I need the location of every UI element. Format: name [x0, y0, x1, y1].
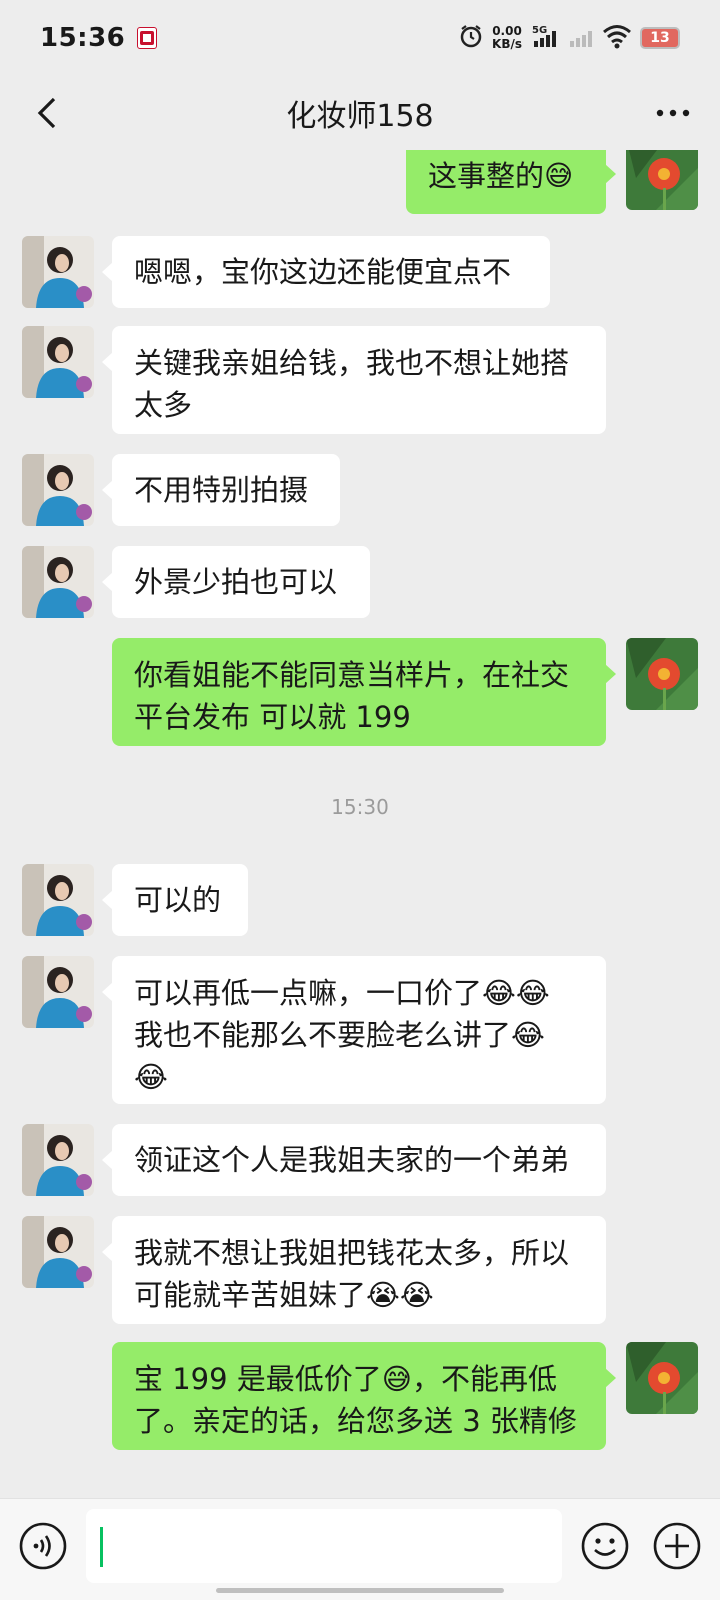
- network-speed: 0.00 KB/s: [492, 25, 522, 51]
- message-line: 宝 199 是最低价了😅，不能再低: [134, 1362, 558, 1396]
- message-line: 可以再低一点嘛，一口价了😂😂: [134, 976, 550, 1010]
- avatar-contact[interactable]: [22, 546, 94, 618]
- input-bar: [0, 1498, 720, 1600]
- message-bubble-incoming[interactable]: 可以再低一点嘛，一口价了😂😂 我也不能那么不要脸老么讲了😂 😂: [102, 956, 606, 1104]
- emoji-button[interactable]: [580, 1521, 630, 1571]
- kfc-app-icon: [137, 27, 158, 49]
- avatar-contact[interactable]: [22, 864, 94, 936]
- message-bubble-incoming[interactable]: 外景少拍也可以: [102, 546, 370, 618]
- voice-button[interactable]: [18, 1521, 68, 1571]
- svg-text:5G: 5G: [532, 25, 547, 36]
- message-line: 我也不能那么不要脸老么讲了😂: [134, 1018, 545, 1052]
- more-button[interactable]: [650, 90, 696, 136]
- message-line: 关键我亲姐给钱，我也不想让她搭: [134, 346, 570, 380]
- message-bubble-outgoing[interactable]: 这事整的 😅: [406, 150, 616, 214]
- back-button[interactable]: [24, 90, 70, 136]
- message-text: 嗯嗯，宝你这边还能便宜点不: [134, 255, 512, 289]
- status-bar: 15:36 0.00 KB/s 5G 13: [0, 0, 720, 76]
- message-line: 😂: [134, 1060, 168, 1094]
- message-line: 我就不想让我姐把钱花太多，所以: [134, 1236, 570, 1270]
- chat-title: 化妆师158: [286, 99, 434, 134]
- message-line: 你看姐能不能同意当样片，在社交: [134, 658, 570, 692]
- emoji-icon: [581, 1522, 629, 1570]
- message-text: 领证这个人是我姐夫家的一个弟弟: [134, 1143, 570, 1177]
- message-line: 了。亲定的话，给您多送 3 张精修: [134, 1404, 577, 1438]
- message-input[interactable]: [86, 1509, 562, 1583]
- text-cursor: [100, 1527, 103, 1567]
- message-timestamp: 15:30: [331, 795, 389, 819]
- chat-header: 化妆师158: [0, 76, 720, 150]
- avatar-contact[interactable]: [22, 236, 94, 308]
- message-bubble-outgoing[interactable]: 你看姐能不能同意当样片，在社交 平台发布 可以就 199: [112, 638, 616, 746]
- alarm-icon: [458, 23, 484, 53]
- message-text: 不用特别拍摄: [134, 473, 309, 507]
- avatar-self[interactable]: [626, 150, 698, 210]
- message-bubble-incoming[interactable]: 可以的: [102, 864, 248, 936]
- message-bubble-incoming[interactable]: 关键我亲姐给钱，我也不想让她搭 太多: [102, 326, 606, 434]
- message-line: 太多: [134, 388, 193, 422]
- cellular-signal-2-icon: [568, 23, 594, 53]
- home-indicator[interactable]: [216, 1588, 504, 1593]
- emoji: 😅: [544, 159, 574, 192]
- wifi-icon: [602, 23, 632, 53]
- plus-icon: [653, 1522, 701, 1570]
- avatar-contact[interactable]: [22, 1124, 94, 1196]
- avatar-contact[interactable]: [22, 956, 94, 1028]
- status-icons: 0.00 KB/s 5G 13: [458, 23, 680, 53]
- message-line: 可能就辛苦姐妹了😭😭: [134, 1278, 434, 1312]
- chevron-left-icon: [37, 97, 56, 129]
- message-bubble-outgoing[interactable]: 宝 199 是最低价了😅，不能再低 了。亲定的话，给您多送 3 张精修: [112, 1342, 616, 1450]
- message-bubble-incoming[interactable]: 嗯嗯，宝你这边还能便宜点不: [102, 236, 550, 308]
- message-line: 平台发布 可以就 199: [134, 700, 411, 734]
- message-bubble-incoming[interactable]: 不用特别拍摄: [102, 454, 340, 526]
- network-speed-unit: KB/s: [492, 37, 522, 51]
- chat-messages[interactable]: 这事整的 😅 嗯嗯，宝你这边还能便宜点不 关键我亲姐给钱，我也不想让她搭 太多 …: [0, 150, 720, 1498]
- message-bubble-incoming[interactable]: 我就不想让我姐把钱花太多，所以 可能就辛苦姐妹了😭😭: [102, 1216, 606, 1324]
- cellular-signal-icon: 5G: [530, 23, 560, 53]
- message-text: 外景少拍也可以: [134, 565, 338, 599]
- voice-icon: [19, 1522, 67, 1570]
- message-bubble-incoming[interactable]: 领证这个人是我姐夫家的一个弟弟: [102, 1124, 606, 1196]
- message-text: 这事整的: [428, 159, 545, 193]
- avatar-contact[interactable]: [22, 1216, 94, 1288]
- avatar-contact[interactable]: [22, 326, 94, 398]
- more-dots-icon: [656, 109, 690, 117]
- battery-indicator: 13: [640, 27, 680, 49]
- avatar-self[interactable]: [626, 638, 698, 710]
- message-text: 可以的: [134, 883, 222, 917]
- status-time: 15:36: [40, 23, 126, 53]
- more-functions-button[interactable]: [652, 1521, 702, 1571]
- avatar-contact[interactable]: [22, 454, 94, 526]
- avatar-self[interactable]: [626, 1342, 698, 1414]
